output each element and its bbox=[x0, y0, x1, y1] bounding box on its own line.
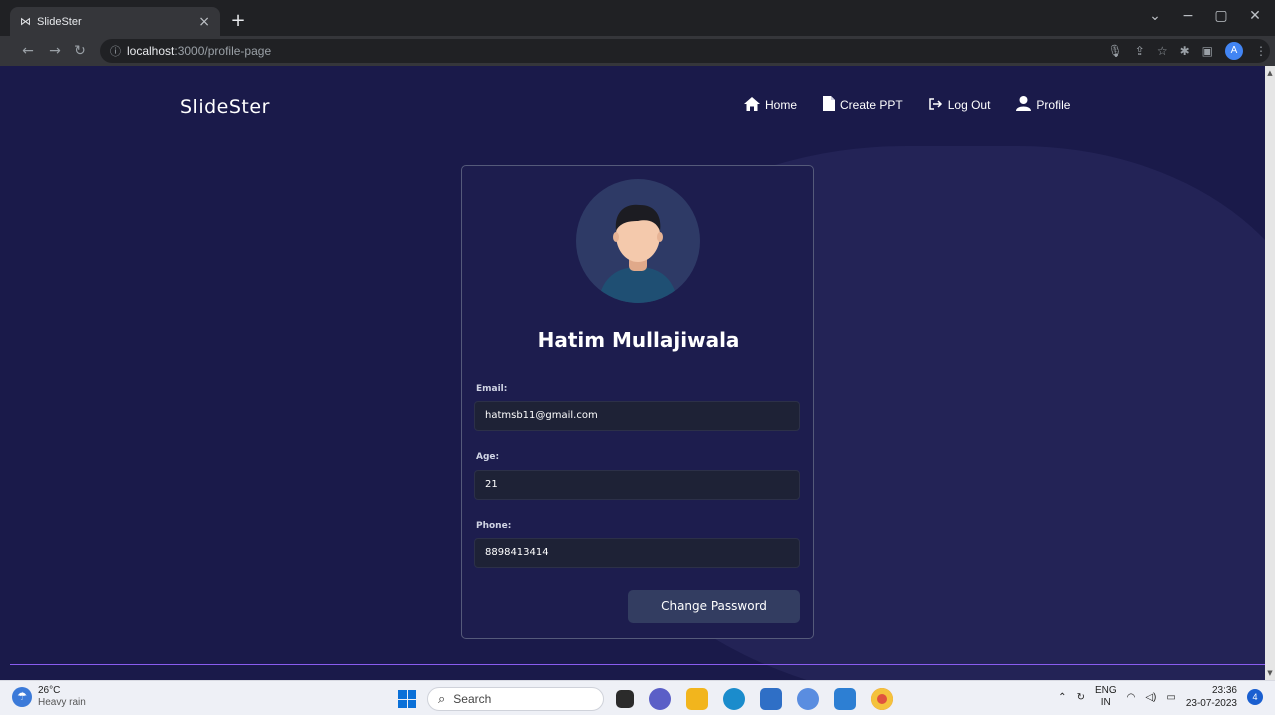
footer-divider bbox=[10, 664, 1265, 665]
clock[interactable]: 23:36 23-07-2023 bbox=[1186, 684, 1237, 710]
home-icon bbox=[744, 96, 760, 114]
profile-avatar-chip[interactable]: A bbox=[1225, 42, 1243, 60]
avatar-illustration-icon bbox=[598, 204, 678, 303]
profile-card: Hatim Mullajiwala Email: hatmsb11@gmail.… bbox=[461, 165, 814, 639]
restore-button[interactable]: ▢ bbox=[1206, 8, 1236, 24]
sync-icon[interactable]: ↻ bbox=[1077, 692, 1085, 703]
tab-title: SlideSter bbox=[37, 15, 82, 28]
address-bar[interactable]: ⓘ localhost :3000/profile-page bbox=[100, 39, 1270, 63]
change-password-button[interactable]: Change Password bbox=[628, 590, 800, 623]
tab-close-icon[interactable]: × bbox=[198, 14, 210, 30]
weather-widget[interactable]: ☂ 26°C Heavy rain bbox=[12, 685, 86, 709]
info-icon[interactable]: ⓘ bbox=[110, 43, 121, 59]
rain-cloud-icon: ☂ bbox=[12, 687, 32, 707]
tab-favicon-icon: ⋈ bbox=[20, 15, 31, 28]
chevron-up-icon[interactable]: ⌃ bbox=[1058, 692, 1066, 703]
url-path: :3000/profile-page bbox=[174, 44, 272, 58]
site-logo[interactable]: SlideSter bbox=[180, 96, 270, 118]
chat-icon[interactable] bbox=[649, 688, 671, 710]
minimize-button[interactable]: − bbox=[1173, 8, 1203, 24]
reload-icon[interactable]: ↻ bbox=[70, 41, 90, 61]
weather-text: 26°C Heavy rain bbox=[38, 685, 86, 709]
language-code: ENG bbox=[1094, 685, 1117, 696]
os-taskbar: ☂ 26°C Heavy rain ⌕ Search ⌃ ↻ ENG IN ◠ … bbox=[0, 680, 1275, 715]
nav-home-label: Home bbox=[765, 98, 798, 112]
wifi-icon[interactable]: ◠ bbox=[1127, 692, 1136, 703]
share-icon[interactable]: ⇪ bbox=[1135, 44, 1145, 58]
scroll-down-icon[interactable]: ▼ bbox=[1265, 668, 1275, 678]
file-explorer-icon[interactable] bbox=[686, 688, 708, 710]
browser-tabstrip: ⋈ SlideSter × + ⌄ − ▢ ✕ bbox=[0, 0, 1275, 36]
taskbar-search-placeholder: Search bbox=[453, 692, 492, 706]
phone-field[interactable]: 8898413414 bbox=[474, 538, 800, 568]
browser-tab[interactable]: ⋈ SlideSter × bbox=[10, 7, 220, 36]
age-field[interactable]: 21 bbox=[474, 470, 800, 500]
notification-badge[interactable]: 4 bbox=[1247, 689, 1263, 705]
extensions-puzzle-icon[interactable]: ✱ bbox=[1180, 44, 1190, 58]
logout-icon bbox=[928, 97, 943, 113]
nav-create-ppt-label: Create PPT bbox=[840, 98, 903, 112]
email-field[interactable]: hatmsb11@gmail.com bbox=[474, 401, 800, 431]
nav-profile[interactable]: Profile bbox=[1016, 96, 1070, 114]
page-scrollbar[interactable]: ▲ ▼ bbox=[1265, 66, 1275, 680]
clock-time: 23:36 bbox=[1211, 685, 1237, 696]
language-indicator[interactable]: ENG IN bbox=[1095, 685, 1117, 709]
volume-icon[interactable]: ◁) bbox=[1145, 692, 1156, 703]
user-icon bbox=[1016, 96, 1032, 114]
avatar bbox=[576, 179, 700, 303]
bookmark-star-icon[interactable]: ☆ bbox=[1157, 44, 1168, 58]
profile-name: Hatim Mullajiwala bbox=[537, 328, 740, 352]
weather-temperature: 26°C bbox=[38, 685, 61, 696]
task-view-icon[interactable] bbox=[616, 690, 634, 708]
nav-home[interactable]: Home bbox=[744, 96, 798, 114]
search-icon: ⌕ bbox=[438, 691, 446, 707]
windows-start-icon[interactable] bbox=[398, 690, 416, 708]
phone-label: Phone: bbox=[476, 521, 512, 531]
file-icon bbox=[823, 96, 836, 114]
chrome-icon[interactable] bbox=[871, 688, 893, 710]
taskbar-search[interactable]: ⌕ Search bbox=[427, 687, 604, 711]
close-window-button[interactable]: ✕ bbox=[1240, 8, 1270, 24]
edge-browser-icon[interactable] bbox=[723, 688, 745, 710]
clock-date: 23-07-2023 bbox=[1185, 698, 1237, 709]
nav-log-out-label: Log Out bbox=[947, 98, 991, 112]
forward-arrow-icon[interactable]: → bbox=[45, 41, 65, 61]
weather-condition: Heavy rain bbox=[38, 697, 86, 708]
new-tab-button[interactable]: + bbox=[226, 9, 250, 33]
vscode-icon[interactable] bbox=[834, 688, 856, 710]
language-region: IN bbox=[1100, 697, 1111, 708]
nav-create-ppt[interactable]: Create PPT bbox=[823, 96, 903, 114]
main-nav: Home Create PPT Log Out Profile bbox=[744, 96, 1070, 114]
system-tray: ⌃ ↻ ENG IN ◠ ◁) ▭ 23:36 23-07-2023 4 bbox=[1058, 684, 1263, 710]
side-panel-icon[interactable]: ▣ bbox=[1202, 44, 1213, 58]
scroll-up-icon[interactable]: ▲ bbox=[1265, 68, 1275, 78]
back-arrow-icon[interactable]: ← bbox=[18, 41, 38, 61]
tab-search-icon[interactable]: ⌄ bbox=[1140, 8, 1170, 24]
email-label: Email: bbox=[476, 384, 508, 394]
microphone-icon[interactable]: 🎙 bbox=[1108, 44, 1123, 58]
page-content: SlideSter Home Create PPT Log Out Profil… bbox=[0, 66, 1265, 680]
browser-toolbar: ← → ↻ ⓘ localhost :3000/profile-page 🎙 ⇪… bbox=[0, 36, 1275, 66]
age-label: Age: bbox=[476, 452, 500, 462]
kebab-menu-icon[interactable]: ⋮ bbox=[1255, 44, 1267, 58]
nav-profile-label: Profile bbox=[1036, 98, 1071, 112]
toolbar-icons: 🎙 ⇪ ☆ ✱ ▣ A ⋮ bbox=[1108, 36, 1267, 66]
microsoft-store-icon[interactable] bbox=[760, 688, 782, 710]
nav-log-out[interactable]: Log Out bbox=[928, 97, 991, 113]
url-host: localhost bbox=[127, 44, 175, 58]
taskbar-apps bbox=[616, 688, 893, 710]
battery-icon[interactable]: ▭ bbox=[1166, 692, 1175, 703]
app-badge-icon[interactable] bbox=[797, 688, 819, 710]
